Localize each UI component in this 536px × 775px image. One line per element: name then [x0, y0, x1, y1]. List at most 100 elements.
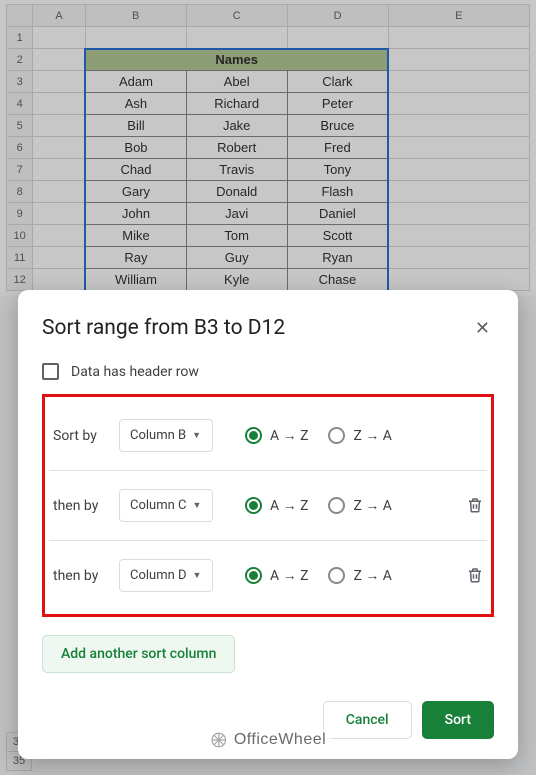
- row-header[interactable]: 2: [7, 49, 33, 71]
- cell[interactable]: [287, 27, 388, 49]
- sort-desc-radio[interactable]: Z → A: [328, 497, 391, 514]
- cell[interactable]: [33, 225, 86, 247]
- cell[interactable]: Bruce: [287, 115, 388, 137]
- cell[interactable]: [33, 93, 86, 115]
- cell[interactable]: [85, 27, 186, 49]
- cell[interactable]: Richard: [186, 93, 287, 115]
- row-header[interactable]: 8: [7, 181, 33, 203]
- cell[interactable]: Tony: [287, 159, 388, 181]
- row-header[interactable]: 7: [7, 159, 33, 181]
- cancel-button[interactable]: Cancel: [323, 701, 412, 739]
- cell[interactable]: [33, 247, 86, 269]
- sort-desc-radio[interactable]: Z → A: [328, 567, 391, 584]
- cell[interactable]: Travis: [186, 159, 287, 181]
- cell[interactable]: Ray: [85, 247, 186, 269]
- cell[interactable]: John: [85, 203, 186, 225]
- row-header[interactable]: 3: [7, 71, 33, 93]
- cell[interactable]: Kyle: [186, 269, 287, 291]
- watermark: OfficeWheel: [204, 729, 332, 751]
- cell[interactable]: [33, 115, 86, 137]
- cell[interactable]: [33, 159, 86, 181]
- sort-rule-row: Sort by Column B▼ A → Z Z → A: [49, 401, 487, 470]
- cell[interactable]: Chad: [85, 159, 186, 181]
- cell[interactable]: William: [85, 269, 186, 291]
- cell[interactable]: [33, 71, 86, 93]
- radio-label: Z → A: [353, 497, 391, 514]
- cell[interactable]: [33, 181, 86, 203]
- cell[interactable]: Ryan: [287, 247, 388, 269]
- cell[interactable]: Guy: [186, 247, 287, 269]
- sort-button[interactable]: Sort: [422, 701, 494, 739]
- cell[interactable]: [33, 137, 86, 159]
- sort-rule-label: Sort by: [53, 428, 111, 444]
- cell[interactable]: Robert: [186, 137, 287, 159]
- trash-icon[interactable]: [466, 566, 484, 588]
- row-header[interactable]: 9: [7, 203, 33, 225]
- cell[interactable]: Donald: [186, 181, 287, 203]
- cell[interactable]: [388, 225, 529, 247]
- cell[interactable]: [388, 159, 529, 181]
- cell[interactable]: Bill: [85, 115, 186, 137]
- add-sort-column-button[interactable]: Add another sort column: [42, 635, 235, 673]
- cell[interactable]: [33, 269, 86, 291]
- sort-asc-radio[interactable]: A → Z: [245, 427, 308, 444]
- table-header-cell[interactable]: Names: [85, 49, 388, 71]
- cell[interactable]: Mike: [85, 225, 186, 247]
- row-header[interactable]: 6: [7, 137, 33, 159]
- row-header[interactable]: 5: [7, 115, 33, 137]
- sort-desc-radio[interactable]: Z → A: [328, 427, 391, 444]
- cell[interactable]: Daniel: [287, 203, 388, 225]
- cell[interactable]: [388, 269, 529, 291]
- cell[interactable]: Jake: [186, 115, 287, 137]
- column-select-value: Column C: [130, 498, 186, 513]
- cell[interactable]: [388, 49, 529, 71]
- radio-label: Z → A: [353, 427, 391, 444]
- cell[interactable]: Clark: [287, 71, 388, 93]
- trash-icon[interactable]: [466, 496, 484, 518]
- column-select[interactable]: Column D▼: [119, 559, 213, 592]
- cell[interactable]: [388, 93, 529, 115]
- column-select[interactable]: Column B▼: [119, 419, 213, 452]
- cell[interactable]: [388, 203, 529, 225]
- cell[interactable]: [388, 27, 529, 49]
- cell[interactable]: [388, 247, 529, 269]
- sort-rule-label: then by: [53, 498, 111, 514]
- column-select[interactable]: Column C▼: [119, 489, 213, 522]
- cell[interactable]: [388, 71, 529, 93]
- header-row-checkbox[interactable]: [42, 363, 59, 380]
- cell[interactable]: Javi: [186, 203, 287, 225]
- column-header[interactable]: [7, 5, 33, 27]
- close-icon[interactable]: ✕: [471, 316, 494, 341]
- cell[interactable]: [388, 137, 529, 159]
- column-header[interactable]: D: [287, 5, 388, 27]
- cell[interactable]: [186, 27, 287, 49]
- column-header[interactable]: C: [186, 5, 287, 27]
- sort-asc-radio[interactable]: A → Z: [245, 567, 308, 584]
- cell[interactable]: [33, 49, 86, 71]
- cell[interactable]: [33, 203, 86, 225]
- column-header[interactable]: A: [33, 5, 86, 27]
- cell[interactable]: Fred: [287, 137, 388, 159]
- cell[interactable]: Scott: [287, 225, 388, 247]
- column-header[interactable]: B: [85, 5, 186, 27]
- cell[interactable]: Peter: [287, 93, 388, 115]
- cell[interactable]: Ash: [85, 93, 186, 115]
- column-header[interactable]: E: [388, 5, 529, 27]
- row-header[interactable]: 12: [7, 269, 33, 291]
- cell[interactable]: Abel: [186, 71, 287, 93]
- cell[interactable]: [388, 181, 529, 203]
- row-header[interactable]: 4: [7, 93, 33, 115]
- cell[interactable]: Chase: [287, 269, 388, 291]
- cell[interactable]: Bob: [85, 137, 186, 159]
- sort-asc-radio[interactable]: A → Z: [245, 497, 308, 514]
- cell[interactable]: Adam: [85, 71, 186, 93]
- cell[interactable]: Gary: [85, 181, 186, 203]
- cell[interactable]: Tom: [186, 225, 287, 247]
- cell[interactable]: [388, 115, 529, 137]
- row-header[interactable]: 10: [7, 225, 33, 247]
- chevron-down-icon: ▼: [193, 570, 202, 581]
- row-header[interactable]: 1: [7, 27, 33, 49]
- cell[interactable]: Flash: [287, 181, 388, 203]
- row-header[interactable]: 11: [7, 247, 33, 269]
- cell[interactable]: [33, 27, 86, 49]
